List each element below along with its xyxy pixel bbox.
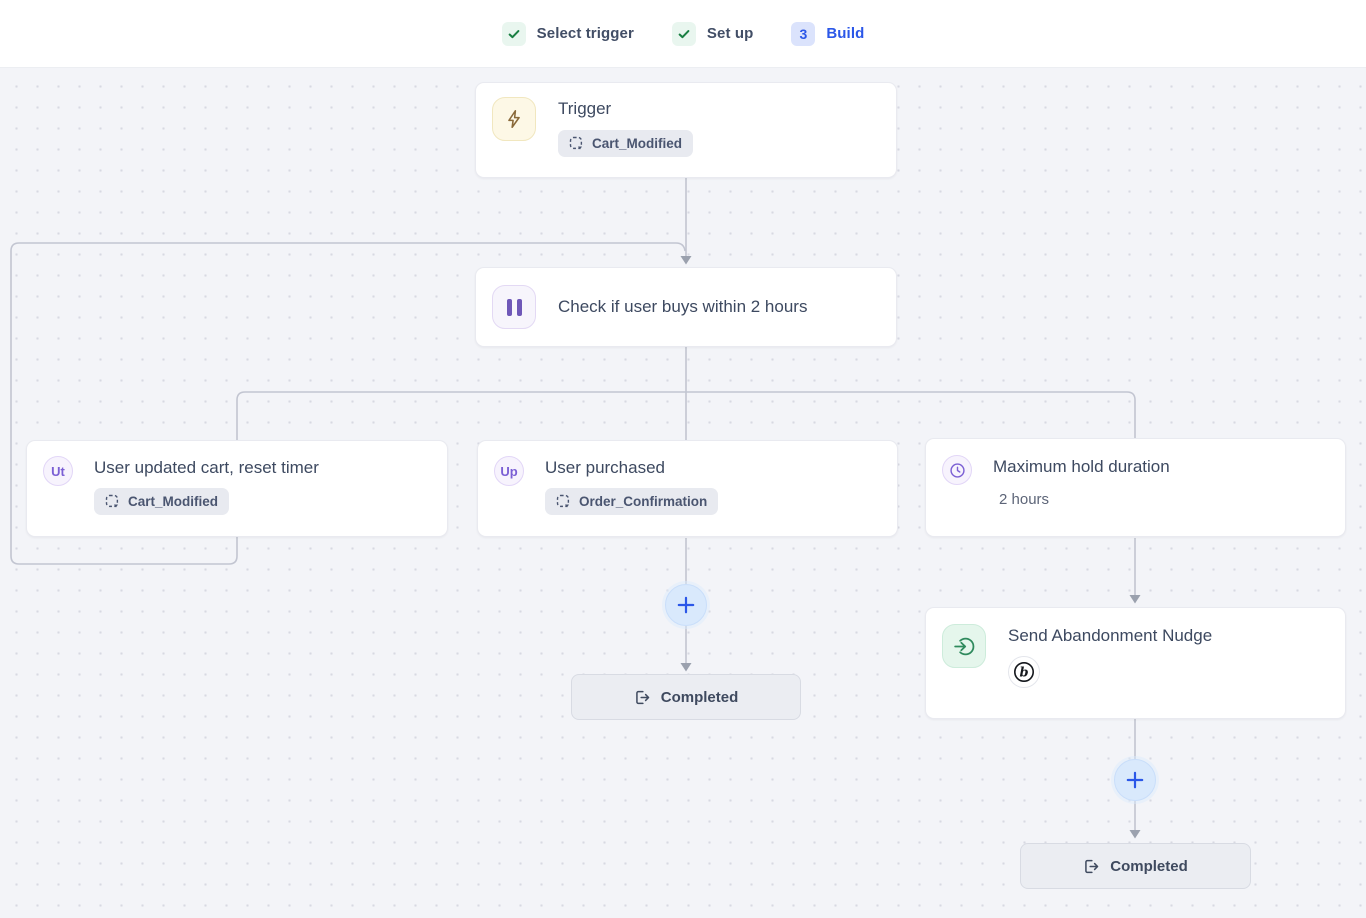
exit-icon: [634, 689, 651, 706]
node-max-hold-duration[interactable]: Maximum hold duration 2 hours: [925, 438, 1346, 537]
step-label: Select trigger: [537, 25, 634, 42]
plus-icon: [1125, 770, 1145, 790]
initials-badge: Up: [494, 456, 524, 486]
node-title: User purchased: [545, 456, 718, 480]
event-tag-label: Order_Confirmation: [579, 494, 707, 509]
event-tag[interactable]: Cart_Modified: [558, 130, 693, 157]
channel-brand-logo: b: [1008, 656, 1040, 688]
node-title: User updated cart, reset timer: [94, 456, 319, 480]
completed-terminal[interactable]: Completed: [1020, 843, 1251, 889]
event-tag-label: Cart_Modified: [592, 136, 682, 151]
exit-icon: [1083, 858, 1100, 875]
lightning-bolt-icon: [492, 97, 536, 141]
add-step-button[interactable]: [1114, 759, 1156, 801]
node-title: Trigger: [558, 97, 693, 121]
event-tag[interactable]: Order_Confirmation: [545, 488, 718, 515]
step-set-up[interactable]: Set up: [672, 22, 753, 46]
custom-event-icon: [556, 494, 571, 509]
step-label: Build: [826, 25, 864, 42]
check-icon: [502, 22, 526, 46]
step-build[interactable]: 3 Build: [791, 22, 864, 46]
event-tag-label: Cart_Modified: [128, 494, 218, 509]
hold-duration-value: 2 hours: [999, 490, 1170, 510]
plus-icon: [676, 595, 696, 615]
node-trigger[interactable]: Trigger Cart_Modified: [475, 82, 897, 178]
initials-badge: Ut: [43, 456, 73, 486]
custom-event-icon: [569, 136, 584, 151]
clock-icon: [942, 455, 972, 485]
check-icon: [672, 22, 696, 46]
terminal-label: Completed: [1110, 858, 1188, 875]
wizard-steps: Select trigger Set up 3 Build: [0, 0, 1366, 68]
node-user-updated-cart[interactable]: Ut User updated cart, reset timer Cart_M…: [26, 440, 448, 537]
node-title: Send Abandonment Nudge: [1008, 624, 1212, 648]
node-user-purchased[interactable]: Up User purchased Order_Confirmation: [477, 440, 898, 537]
completed-terminal[interactable]: Completed: [571, 674, 801, 720]
enter-circle-icon: [942, 624, 986, 668]
svg-text:b: b: [1019, 666, 1028, 681]
terminal-label: Completed: [661, 689, 739, 706]
node-check-wait[interactable]: Check if user buys within 2 hours: [475, 267, 897, 347]
pause-icon: [492, 285, 536, 329]
add-step-button[interactable]: [665, 584, 707, 626]
event-tag[interactable]: Cart_Modified: [94, 488, 229, 515]
step-label: Set up: [707, 25, 753, 42]
node-title: Maximum hold duration: [993, 455, 1170, 479]
node-send-abandonment-nudge[interactable]: Send Abandonment Nudge b: [925, 607, 1346, 719]
step-select-trigger[interactable]: Select trigger: [502, 22, 634, 46]
custom-event-icon: [105, 494, 120, 509]
step-number-badge: 3: [791, 22, 815, 46]
node-title: Check if user buys within 2 hours: [558, 295, 807, 319]
